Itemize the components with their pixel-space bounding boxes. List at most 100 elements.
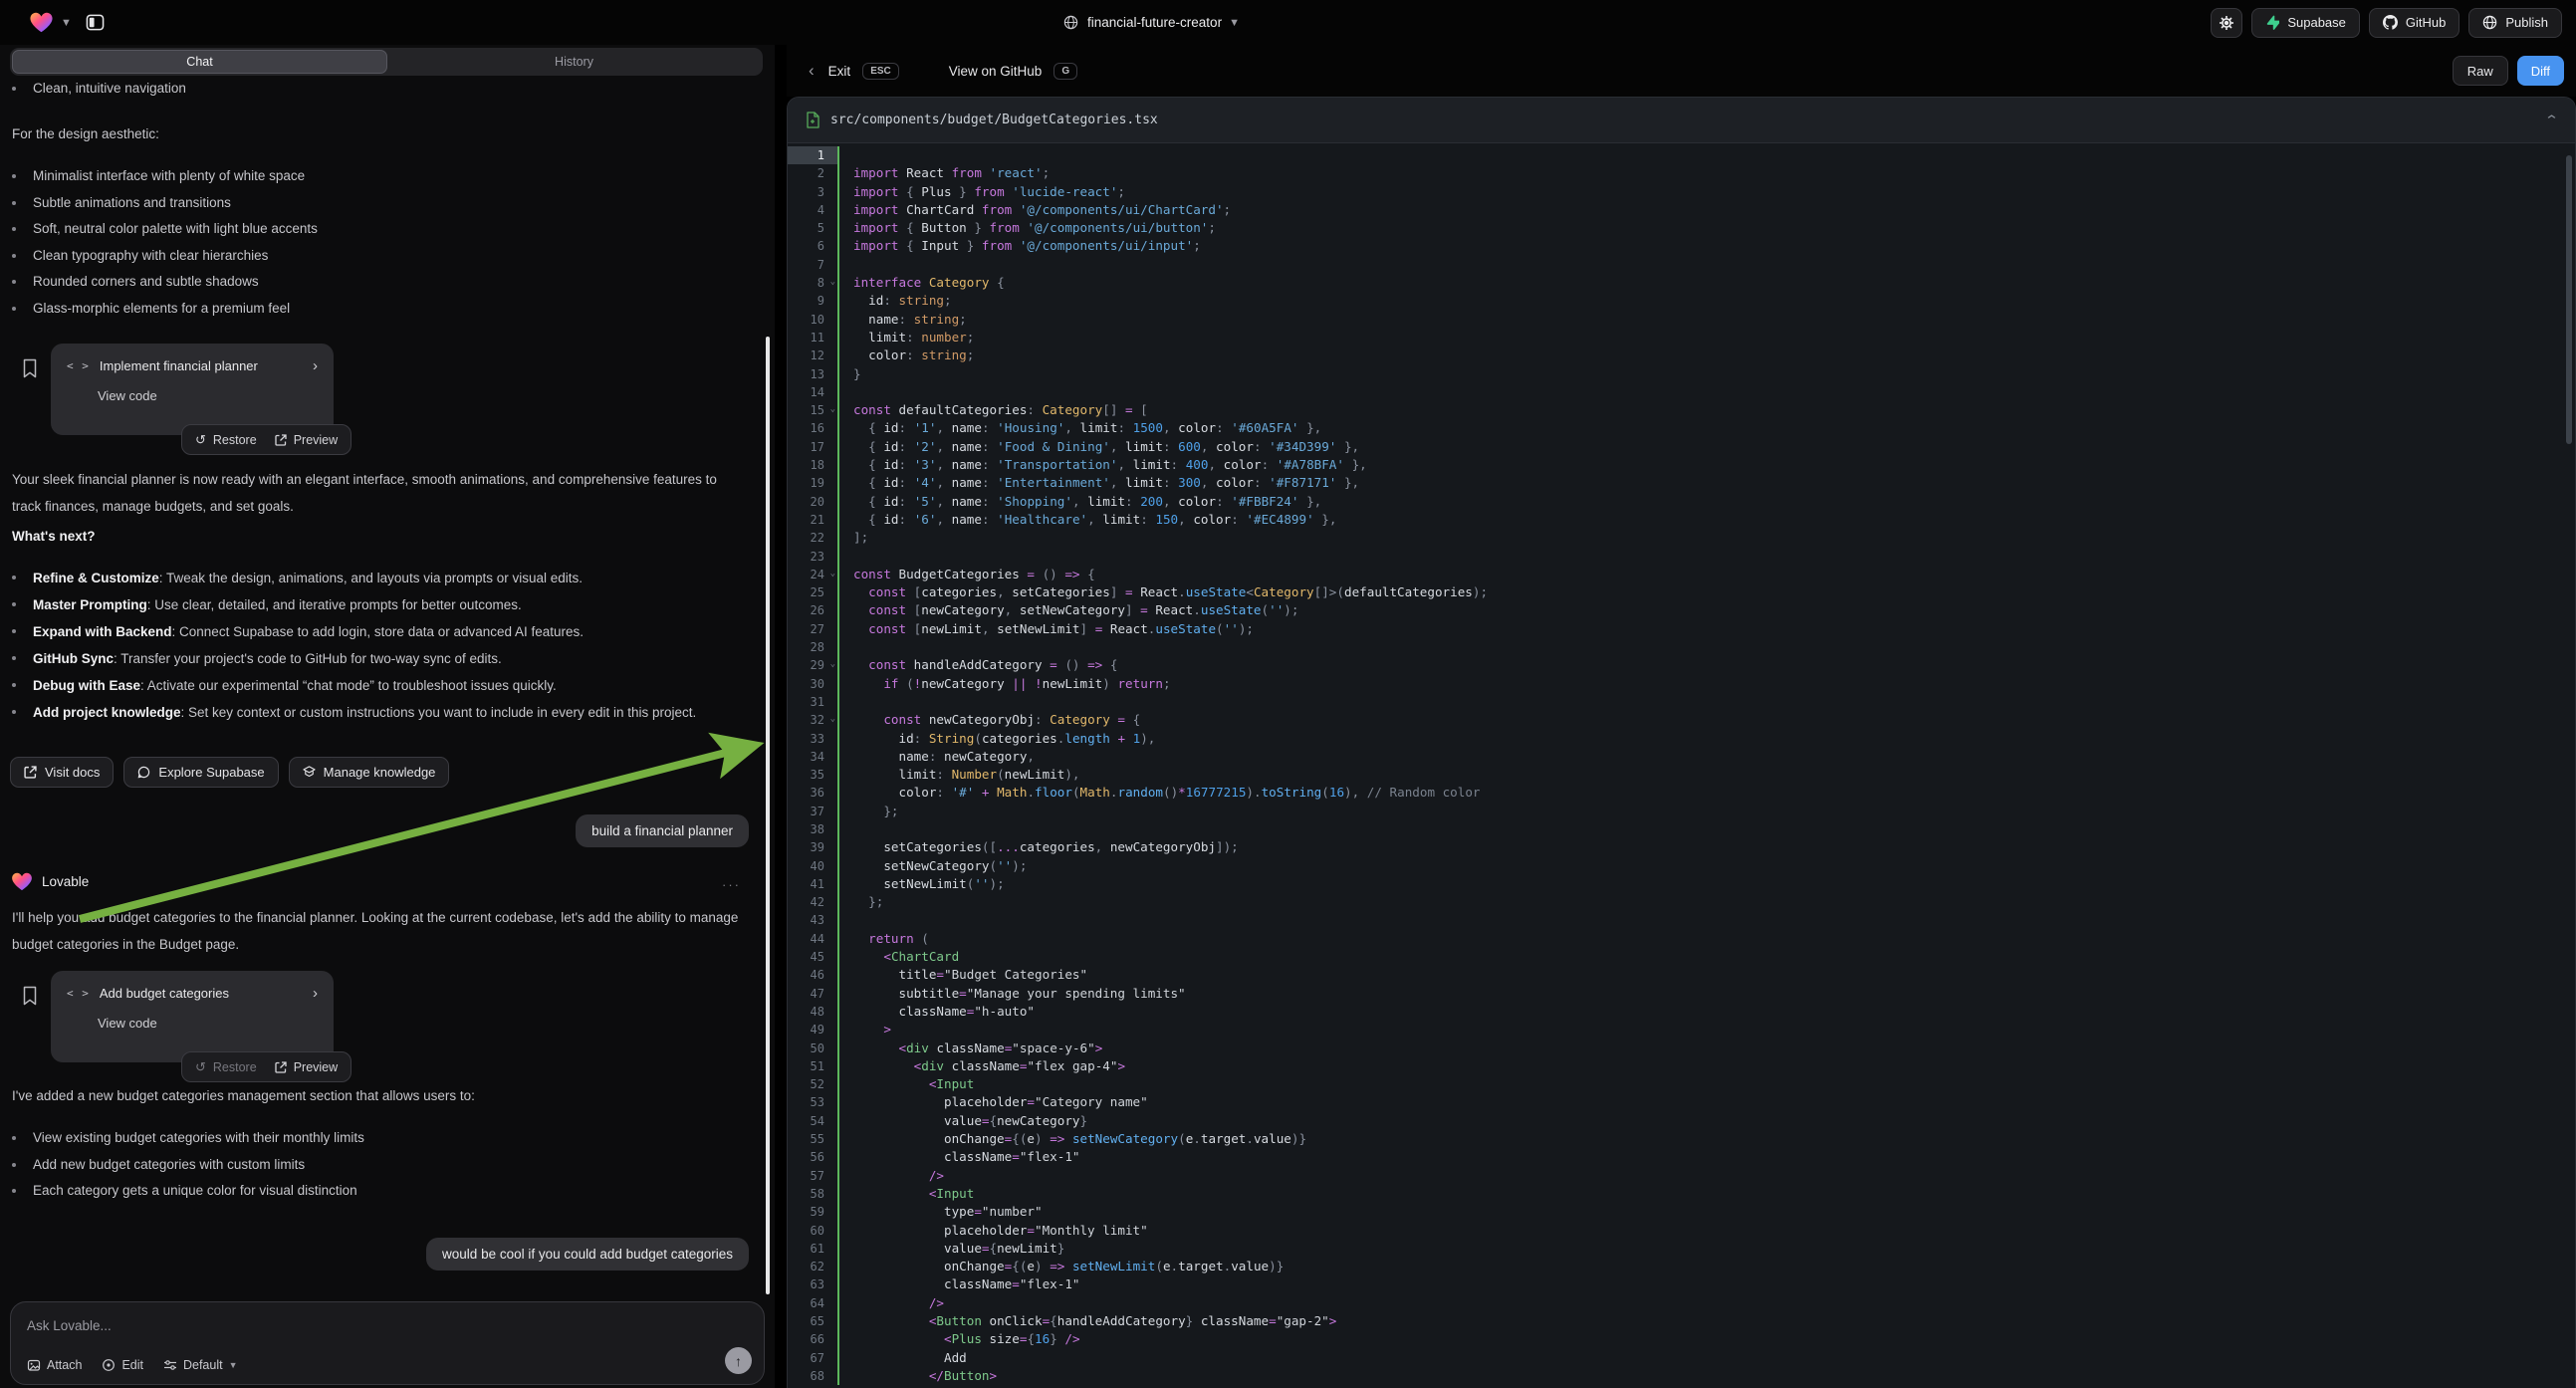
- visit-docs-button[interactable]: Visit docs: [10, 757, 114, 788]
- line-number: 65: [788, 1312, 837, 1330]
- fold-chevron[interactable]: ⌄: [830, 655, 835, 673]
- code-text: if (!newCategory || !newLimit) return;: [837, 675, 2575, 693]
- code-text: name: newCategory,: [837, 748, 2575, 766]
- edit-button[interactable]: Edit: [102, 1358, 143, 1372]
- code-text: [837, 820, 2575, 838]
- restore-preview-pill-2: ↺ Restore Preview: [181, 1051, 351, 1082]
- code-text: <div className="flex gap-4">: [837, 1057, 2575, 1075]
- view-code-link[interactable]: View code: [67, 388, 318, 403]
- exit-button[interactable]: Exit: [828, 64, 851, 79]
- code-line: 52 <Input: [788, 1075, 2575, 1093]
- chevron-down-icon: ▼: [1229, 17, 1240, 29]
- code-text: onChange={(e) => setNewCategory(e.target…: [837, 1130, 2575, 1148]
- line-number: 8⌄: [788, 274, 837, 292]
- user-message: would be cool if you could add budget ca…: [426, 1238, 749, 1271]
- code-line: 51 <div className="flex gap-4">: [788, 1057, 2575, 1075]
- version-card-add-budget-categories[interactable]: < > Add budget categories › View code: [51, 971, 334, 1062]
- chat-scrollbar[interactable]: [766, 337, 770, 1294]
- code-line: 23: [788, 548, 2575, 566]
- version-card-implement-financial-planner[interactable]: < > Implement financial planner › View c…: [51, 344, 334, 435]
- code-line: 60 placeholder="Monthly limit": [788, 1222, 2575, 1240]
- preview-button[interactable]: Preview: [275, 433, 338, 447]
- code-toolbar: ‹ Exit ESC View on GitHub G Raw Diff: [787, 45, 2576, 97]
- send-button[interactable]: ↑: [725, 1347, 752, 1374]
- file-header[interactable]: src/components/budget/BudgetCategories.t…: [788, 98, 2575, 143]
- restore-button[interactable]: ↺ Restore: [195, 432, 257, 448]
- bullet-dot: [12, 683, 16, 687]
- lovable-logo-icon[interactable]: [30, 12, 53, 33]
- gear-icon: [2219, 15, 2234, 31]
- project-switcher[interactable]: financial-future-creator ▼: [1063, 0, 1240, 45]
- explore-supabase-button[interactable]: Explore Supabase: [123, 757, 278, 788]
- github-button[interactable]: GitHub: [2369, 8, 2459, 38]
- code-text: setNewLimit('');: [837, 875, 2575, 893]
- list-item: Glass-morphic elements for a premium fee…: [0, 296, 755, 323]
- fold-chevron[interactable]: ⌄: [830, 710, 835, 728]
- bullet-dot: [12, 227, 16, 231]
- preview-button[interactable]: Preview: [275, 1060, 338, 1074]
- code-text: import { Button } from '@/components/ui/…: [837, 219, 2575, 237]
- bullet-dot: [12, 1136, 16, 1140]
- chevron-up-icon[interactable]: ⌃: [2544, 113, 2559, 128]
- code-line: 44 return (: [788, 930, 2575, 948]
- ready-paragraph: Your sleek financial planner is now read…: [12, 466, 741, 520]
- bookmark-icon[interactable]: [22, 986, 38, 1006]
- edit-label: Edit: [121, 1358, 143, 1372]
- code-text: { id: '2', name: 'Food & Dining', limit:…: [837, 438, 2575, 456]
- chat-composer[interactable]: Ask Lovable... Attach Edit Default ▼: [10, 1301, 765, 1385]
- line-number: 13: [788, 365, 837, 383]
- code-line: 64 />: [788, 1294, 2575, 1312]
- chevron-left-icon[interactable]: ‹: [809, 61, 815, 81]
- fold-chevron[interactable]: ⌄: [830, 400, 835, 418]
- code-line: 41 setNewLimit('');: [788, 875, 2575, 893]
- list-item: GitHub Sync: Transfer your project's cod…: [0, 645, 749, 672]
- line-number: 3: [788, 183, 837, 201]
- code-line: 56 className="flex-1": [788, 1148, 2575, 1166]
- publish-button[interactable]: Publish: [2468, 8, 2562, 38]
- code-text: value={newLimit}: [837, 1240, 2575, 1258]
- code-text: limit: number;: [837, 329, 2575, 347]
- diff-tab[interactable]: Diff: [2517, 56, 2564, 86]
- fold-chevron[interactable]: ⌄: [830, 565, 835, 582]
- code-line: 50 <div className="space-y-6">: [788, 1040, 2575, 1057]
- chevron-down-icon[interactable]: ▼: [61, 17, 72, 29]
- arrow-up-icon: ↑: [735, 1354, 742, 1368]
- raw-tab[interactable]: Raw: [2453, 56, 2508, 86]
- supabase-button[interactable]: Supabase: [2251, 8, 2360, 38]
- view-code-link[interactable]: View code: [67, 1016, 318, 1031]
- code-text: className="flex-1": [837, 1148, 2575, 1166]
- code-line: 38: [788, 820, 2575, 838]
- line-number: 35: [788, 766, 837, 784]
- code-text: className="h-auto": [837, 1003, 2575, 1021]
- view-on-github-button[interactable]: View on GitHub: [949, 64, 1043, 79]
- attach-button[interactable]: Attach: [27, 1358, 82, 1372]
- composer-input[interactable]: Ask Lovable...: [27, 1318, 112, 1333]
- line-number: 33: [788, 730, 837, 748]
- line-number: 66: [788, 1330, 837, 1348]
- code-line: 13}: [788, 365, 2575, 383]
- code-scrollbar[interactable]: [2566, 155, 2572, 444]
- code-line: 54 value={newCategory}: [788, 1112, 2575, 1130]
- code-text: import ChartCard from '@/components/ui/C…: [837, 201, 2575, 219]
- settings-button[interactable]: [2211, 8, 2242, 38]
- code-line: 32⌄ const newCategoryObj: Category = {: [788, 711, 2575, 729]
- line-number: 10: [788, 311, 837, 329]
- model-selector[interactable]: Default ▼: [163, 1358, 238, 1372]
- bookmark-icon[interactable]: [22, 358, 38, 378]
- line-number: 60: [788, 1222, 837, 1240]
- code-line: 58 <Input: [788, 1185, 2575, 1203]
- fold-chevron[interactable]: ⌄: [830, 273, 835, 291]
- code-lines[interactable]: 12import React from 'react';3import { Pl…: [788, 143, 2575, 1388]
- code-text: Add: [837, 1349, 2575, 1367]
- added-paragraph: I've added a new budget categories manag…: [12, 1082, 749, 1109]
- manage-knowledge-button[interactable]: Manage knowledge: [289, 757, 450, 788]
- tab-history[interactable]: History: [387, 50, 761, 74]
- sidebar-toggle-button[interactable]: [82, 9, 110, 37]
- tab-chat[interactable]: Chat: [12, 50, 387, 74]
- line-number: 20: [788, 493, 837, 511]
- publish-label: Publish: [2505, 15, 2548, 30]
- more-options-icon[interactable]: ···: [722, 877, 741, 892]
- list-item: Clean typography with clear hierarchies: [0, 243, 755, 270]
- restore-button[interactable]: ↺ Restore: [195, 1059, 257, 1075]
- code-line: 40 setNewCategory('');: [788, 857, 2575, 875]
